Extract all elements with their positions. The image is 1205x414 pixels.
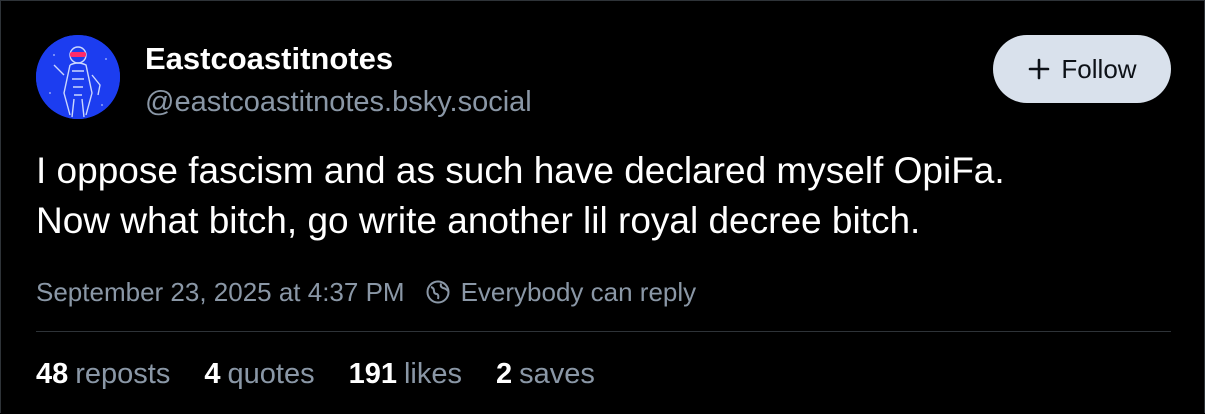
avatar[interactable] [36,35,120,119]
likes-stat[interactable]: 191 likes [349,355,462,393]
follow-button[interactable]: Follow [993,35,1171,103]
avatar-figure-icon [36,35,120,119]
engagement-stats: 48 reposts 4 quotes 191 likes 2 saves [36,355,629,393]
reply-setting[interactable]: Everybody can reply [425,275,697,309]
divider [36,331,1171,332]
likes-count: 191 [348,358,397,390]
post-text: I oppose fascism and as such have declar… [36,146,1176,246]
post-meta: September 23, 2025 at 4:37 PM Everybody … [36,275,696,309]
quotes-stat[interactable]: 4 quotes [204,355,314,393]
reposts-count: 48 [36,358,69,390]
reposts-label: reposts [75,358,171,390]
post-card: Eastcoastitnotes @eastcoastitnotes.bsky.… [0,0,1205,413]
saves-label: saves [519,358,595,390]
reposts-stat[interactable]: 48 reposts [36,355,170,393]
quotes-count: 4 [204,358,221,390]
post-timestamp[interactable]: September 23, 2025 at 4:37 PM [36,275,405,309]
post-text-line: Now what bitch, go write another lil roy… [36,200,921,241]
globe-icon [425,279,451,305]
post-text-line: I oppose fascism and as such have declar… [36,150,1005,191]
author-display-name[interactable]: Eastcoastitnotes [145,39,393,79]
author-handle[interactable]: @eastcoastitnotes.bsky.social [145,83,532,121]
likes-label: likes [403,358,462,390]
follow-button-label: Follow [1061,53,1137,84]
saves-stat[interactable]: 2 saves [496,355,595,393]
plus-icon [1027,57,1051,81]
quotes-label: quotes [227,358,315,390]
reply-setting-label: Everybody can reply [460,277,697,307]
saves-count: 2 [496,358,513,390]
